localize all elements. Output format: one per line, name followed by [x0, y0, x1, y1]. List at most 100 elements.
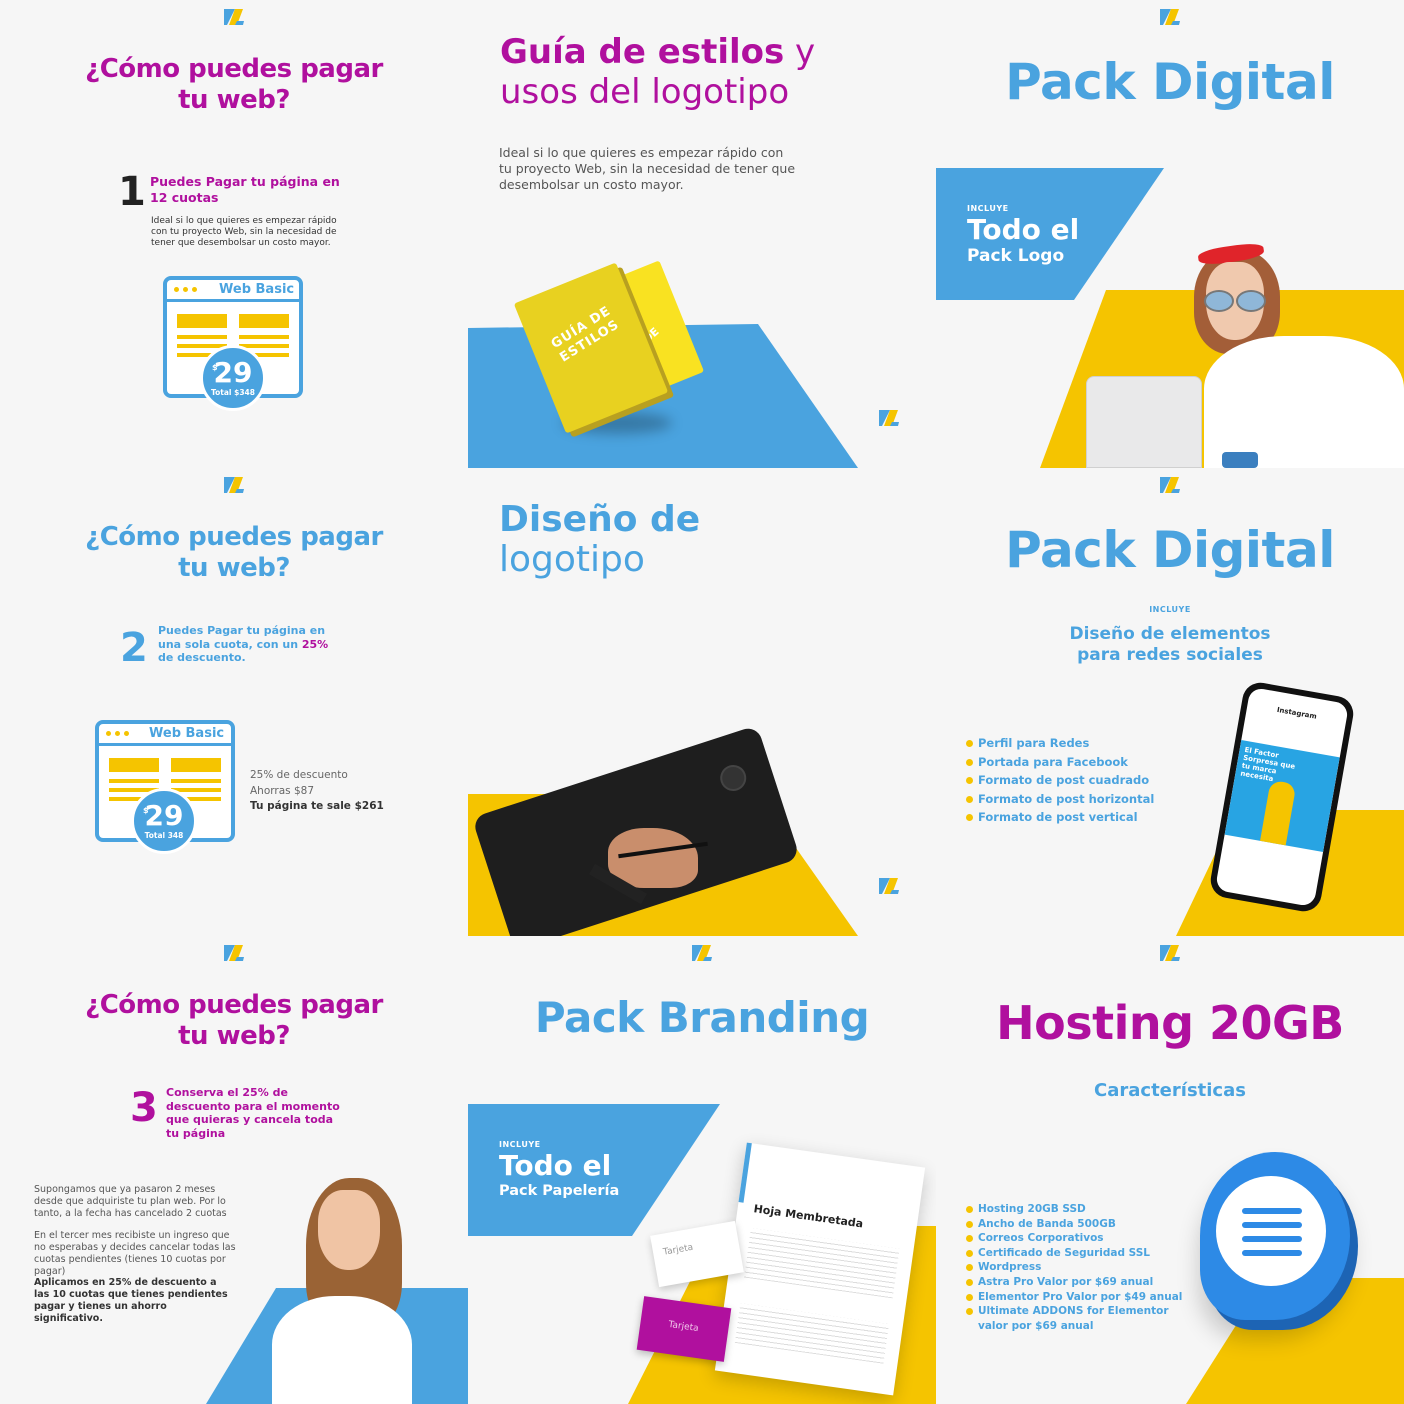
person-shirt — [272, 1296, 412, 1404]
page-title: ¿Cómo puedes pagar tu web? — [85, 522, 383, 583]
price-currency: $ — [143, 806, 149, 815]
slide-logo-design: Diseño de logotipo — [468, 468, 936, 936]
page-title: ¿Cómo puedes pagar tu web? — [85, 990, 383, 1051]
paragraph-3: Aplicamos en 25% de descuento a las 10 c… — [34, 1277, 228, 1324]
zl-logo-icon — [692, 945, 712, 961]
window-dots-icon — [106, 731, 111, 736]
page-title: Pack Digital — [1005, 521, 1335, 579]
zl-logo-icon — [879, 410, 899, 426]
zl-logo-icon — [1160, 9, 1180, 25]
zl-logo-icon — [879, 878, 899, 894]
list-item: Certificado de Seguridad SSL — [966, 1246, 1182, 1261]
title-line-2: usos del logotipo — [500, 72, 790, 112]
letterhead-paper: Hoja Membretada — [714, 1142, 926, 1396]
list-item: Hosting 20GB SSD — [966, 1202, 1182, 1217]
paragraph-2: En el tercer mes recibiste un ingreso qu… — [34, 1230, 236, 1277]
step-text: Puedes Pagar tu página en 12 cuotas — [150, 174, 340, 205]
includes-label: INCLUYE — [499, 1140, 541, 1149]
price-total: Total 348 — [144, 831, 184, 840]
title-bold: Guía de estilos — [500, 32, 785, 72]
phone-app-name: Instagram — [1276, 705, 1318, 721]
yellow-shape — [1176, 810, 1404, 936]
list-item: Formato de post cuadrado — [966, 771, 1154, 790]
page-title: Diseño de — [499, 499, 701, 540]
zl-logo-icon — [224, 9, 244, 25]
includes-label: INCLUYE — [967, 204, 1009, 213]
page-title: Hosting 20GB — [996, 996, 1344, 1050]
slide-pack-digital-social: Pack Digital INCLUYE Diseño de elementos… — [936, 468, 1404, 936]
card-title: Web Basic — [149, 726, 225, 741]
step-text-b: de descuento. — [158, 651, 246, 664]
slide-pack-digital-logo: Pack Digital INCLUYE Todo el Pack Logo — [936, 0, 1404, 468]
slide-payment-option-1: ¿Cómo puedes pagar tu web? 1 Puedes Paga… — [0, 0, 468, 468]
mug — [1222, 452, 1258, 468]
discount-line-1: 25% de descuento — [250, 769, 348, 781]
book-title: GUÍA DE ESTILOS — [548, 303, 623, 366]
price-currency: $ — [212, 363, 218, 372]
step-number: 3 — [130, 1085, 158, 1131]
step-text: Conserva el 25% de descuento para el mom… — [166, 1086, 346, 1140]
window-dots-icon — [174, 287, 179, 292]
zl-logo-icon — [1160, 945, 1180, 961]
includes-sub: Pack Papelería — [499, 1183, 620, 1199]
price-total: Total $348 — [211, 388, 255, 397]
page-title: Pack Digital — [1005, 53, 1335, 111]
zl-logo-icon — [224, 945, 244, 961]
slide-payment-option-3: ¿Cómo puedes pagar tu web? 3 Conserva el… — [0, 936, 468, 1404]
card-title: Web Basic — [219, 282, 295, 297]
person-shirt — [1204, 336, 1404, 468]
slide-payment-option-2: ¿Cómo puedes pagar tu web? 2 Puedes Paga… — [0, 468, 468, 936]
step-text-a: Conserva el — [166, 1086, 243, 1099]
list-item: Wordpress — [966, 1260, 1182, 1275]
step-text-bold: 25% — [242, 1086, 269, 1099]
discount-info: 25% de descuento Ahorras $87 Tu página t… — [250, 768, 384, 815]
slide-hosting: Hosting 20GB Características Hosting 20G… — [936, 936, 1404, 1404]
step-number: 1 — [118, 169, 146, 215]
includes-title: Todo el — [499, 1149, 612, 1182]
subtitle: Características — [1094, 1080, 1246, 1101]
page-title: ¿Cómo puedes pagar tu web? — [85, 54, 383, 115]
laptop — [1086, 376, 1202, 468]
letterhead-title: Hoja Membretada — [752, 1202, 864, 1231]
card-label: Tarjeta — [662, 1242, 695, 1258]
phone-post: El Factor Sorpresa que tu marca necesita — [1224, 740, 1340, 852]
includes-title: Todo el — [967, 213, 1080, 246]
step-number: 2 — [120, 625, 148, 671]
subtitle: Diseño de elementos para redes sociales — [1069, 624, 1271, 665]
includes-sub: Pack Logo — [967, 246, 1065, 266]
features-list: Hosting 20GB SSD Ancho de Banda 500GB Co… — [966, 1202, 1182, 1333]
slide-pack-branding: Pack Branding INCLUYE Todo el Pack Papel… — [468, 936, 936, 1404]
slides-grid: ¿Cómo puedes pagar tu web? 1 Puedes Paga… — [0, 0, 1404, 1404]
slide-style-guide: Guía de estilos y usos del logotipo Idea… — [468, 0, 936, 468]
includes-label: INCLUYE — [1149, 605, 1191, 614]
card-label: Tarjeta — [667, 1319, 700, 1334]
list-item: Correos Corporativos — [966, 1231, 1182, 1246]
features-list: Perfil para Redes Portada para Facebook … — [966, 734, 1154, 827]
list-item: Elementor Pro Valor por $49 anual — [966, 1290, 1182, 1305]
discount-line-3: Tu página te sale $261 — [250, 800, 384, 812]
step-text-a: Puedes Pagar tu página en una sola cuota… — [158, 624, 326, 651]
zl-logo-icon — [1160, 477, 1180, 493]
discount-line-2: Ahorras $87 — [250, 784, 314, 797]
zl-logo-icon — [224, 477, 244, 493]
page-title: Guía de estilos y usos del logotipo — [500, 32, 930, 112]
page-title: Pack Branding — [534, 993, 870, 1042]
description: Ideal si lo que quieres es empezar rápid… — [499, 145, 796, 192]
chat-bubble-icon — [1200, 1152, 1350, 1320]
list-item: valor por $69 anual — [978, 1319, 1094, 1332]
person-face — [318, 1190, 380, 1270]
list-item: Perfil para Redes — [966, 734, 1154, 753]
step-text-bold: 25% — [301, 637, 329, 651]
title-rest: y — [784, 32, 816, 72]
list-item: Ultimate ADDONS for Elementor — [966, 1304, 1182, 1319]
list-item: Astra Pro Valor por $69 anual — [966, 1275, 1182, 1290]
list-item: Portada para Facebook — [966, 753, 1154, 772]
list-item: Formato de post vertical — [966, 808, 1154, 827]
price-badge: $ 29 Total $348 — [200, 345, 266, 411]
list-item: Ancho de Banda 500GB — [966, 1217, 1182, 1232]
paragraph-1: Supongamos que ya pasaron 2 meses desde … — [34, 1184, 227, 1219]
list-item: Formato de post horizontal — [966, 790, 1154, 809]
price-badge: $ 29 Total 348 — [131, 788, 197, 854]
page-title-line-2: logotipo — [499, 539, 645, 580]
step-description: Ideal si lo que quieres es empezar rápid… — [151, 216, 337, 248]
